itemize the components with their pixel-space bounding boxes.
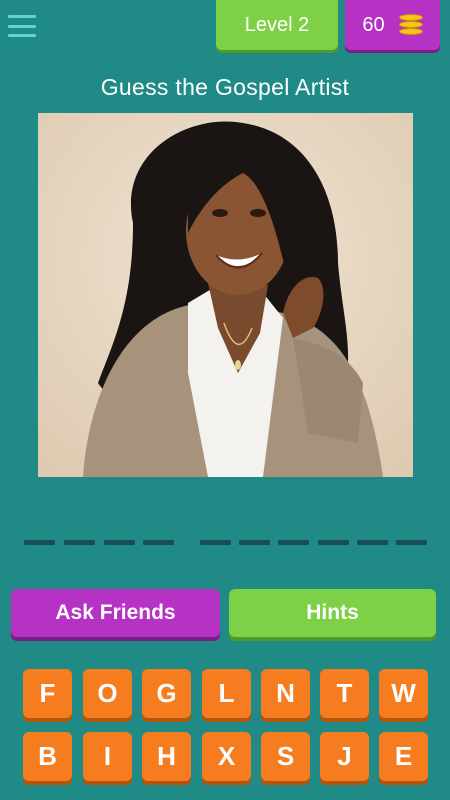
letter-key[interactable]: J (320, 732, 369, 781)
answer-slot (239, 540, 270, 545)
artist-photo-illustration (38, 113, 413, 477)
answer-slot (396, 540, 427, 545)
hamburger-menu-icon[interactable] (8, 12, 36, 40)
letter-key[interactable]: H (142, 732, 191, 781)
letter-key[interactable]: B (23, 732, 72, 781)
ask-friends-label: Ask Friends (55, 601, 176, 624)
hints-label: Hints (306, 601, 359, 624)
answer-slot (104, 540, 135, 545)
level-badge: Level 2 (216, 0, 338, 50)
letter-key[interactable]: G (142, 669, 191, 718)
level-label: Level 2 (244, 13, 310, 36)
letter-key[interactable]: X (202, 732, 251, 781)
top-bar: Level 2 60 (0, 0, 450, 56)
coins-badge[interactable]: 60 (345, 0, 440, 50)
letter-key[interactable]: N (261, 669, 310, 718)
answer-slot (64, 540, 95, 545)
answer-slot (143, 540, 174, 545)
letter-key[interactable]: T (320, 669, 369, 718)
coin-count: 60 (362, 13, 385, 36)
ask-friends-button[interactable]: Ask Friends (11, 589, 220, 637)
artist-photo (38, 113, 413, 477)
letter-key[interactable]: O (83, 669, 132, 718)
answer-slot (24, 540, 55, 545)
letter-key[interactable]: W (379, 669, 428, 718)
letter-key[interactable]: I (83, 732, 132, 781)
coin-stack-icon (398, 14, 423, 36)
question-title: Guess the Gospel Artist (100, 74, 350, 100)
letter-key[interactable]: L (202, 669, 251, 718)
answer-slots (0, 540, 450, 548)
answer-slot (357, 540, 388, 545)
answer-slot (278, 540, 309, 545)
answer-slot (200, 540, 231, 545)
letter-key[interactable]: S (261, 732, 310, 781)
hints-button[interactable]: Hints (229, 589, 436, 637)
letter-key[interactable]: F (23, 669, 72, 718)
letter-key[interactable]: E (379, 732, 428, 781)
answer-slot (318, 540, 349, 545)
